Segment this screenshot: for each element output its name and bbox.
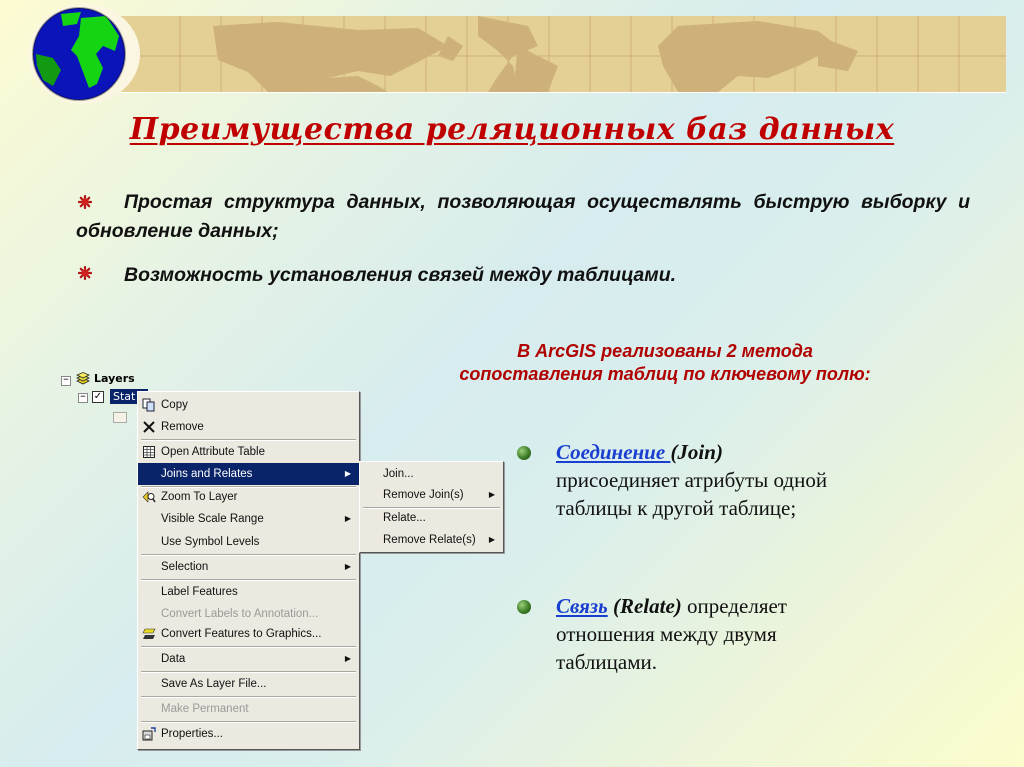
menu-item-zoom-to-layer[interactable]: Zoom To Layer (138, 486, 359, 508)
slide-title: Преимущества реляционных баз данных (129, 112, 895, 147)
copy-icon (142, 398, 155, 412)
menu-item-open-attribute-table[interactable]: Open Attribute Table (138, 441, 359, 463)
table-icon (143, 446, 155, 458)
collapse-layer-toggle[interactable]: − (78, 393, 88, 403)
join-description: присоединяет атрибуты одной таблицы к др… (556, 468, 828, 520)
green-ball-bullet-icon (517, 446, 531, 460)
joins-relates-submenu: Join... Remove Join(s) ▶ Relate... Remove… (359, 461, 504, 553)
menu-item-use-symbol-levels[interactable]: Use Symbol Levels (138, 531, 359, 553)
submenu-arrow-icon: ▶ (344, 469, 351, 478)
method-join: Соединение (Join) присоединяет атрибуты … (556, 438, 846, 522)
menu-item-convert-labels-to-annotation[interactable]: Convert Labels to Annotation... (138, 603, 359, 625)
bullet-point-1: Простая структура данных, позволяющая ос… (76, 188, 970, 246)
layers-stack-icon (76, 372, 90, 385)
join-link[interactable]: Соединение (556, 440, 670, 464)
submenu-item-join[interactable]: Join... (360, 463, 503, 485)
menu-item-properties[interactable]: Properties... (138, 723, 359, 745)
layer-visibility-checkbox[interactable]: ✓ (92, 391, 104, 403)
menu-item-label-features[interactable]: Label Features (138, 581, 359, 603)
menu-item-selection[interactable]: Selection ▶ (138, 556, 359, 578)
menu-item-remove[interactable]: Remove (138, 416, 359, 438)
subtitle-line-2: сопоставления таблиц по ключевому полю: (459, 364, 871, 384)
continents (213, 16, 858, 92)
relate-link[interactable]: Связь (556, 594, 608, 618)
submenu-item-relate[interactable]: Relate... (360, 507, 503, 529)
convert-graphics-icon (142, 628, 156, 639)
symbol-swatch (113, 412, 127, 423)
bullet-point-2: Возможность установления связей между та… (76, 263, 676, 287)
relate-english-term: (Relate) (612, 594, 682, 618)
submenu-item-remove-joins[interactable]: Remove Join(s) ▶ (360, 484, 503, 506)
world-map-banner (118, 16, 1006, 93)
menu-item-make-permanent[interactable]: Make Permanent (138, 698, 359, 720)
submenu-arrow-icon: ▶ (344, 654, 351, 663)
world-map-graphic (118, 16, 1006, 92)
submenu-arrow-icon: ▶ (488, 490, 495, 499)
layers-root-label[interactable]: Layers (94, 372, 135, 385)
remove-x-icon (143, 421, 155, 433)
menu-item-convert-features-to-graphics[interactable]: Convert Features to Graphics... (138, 623, 359, 645)
submenu-item-remove-relates[interactable]: Remove Relate(s) ▶ (360, 529, 503, 551)
menu-item-copy[interactable]: Copy (138, 394, 359, 416)
green-ball-bullet-icon (517, 600, 531, 614)
bullet-text: Простая структура данных, позволяющая ос… (76, 191, 970, 242)
method-relate: Связь (Relate) определяет отношения межд… (556, 592, 856, 676)
layer-context-menu: Copy Remove Open Attribute Table Joins a… (137, 391, 360, 750)
submenu-arrow-icon: ▶ (488, 535, 495, 544)
submenu-arrow-icon: ▶ (344, 562, 351, 571)
bullet-text: Возможность установления связей между та… (124, 264, 677, 286)
menu-item-save-as-layer-file[interactable]: Save As Layer File... (138, 673, 359, 695)
globe-icon (32, 7, 126, 101)
arcgis-subtitle: В ArcGIS реализованы 2 метода сопоставле… (390, 340, 940, 386)
collapse-layers-toggle[interactable]: − (61, 376, 71, 386)
menu-item-joins-and-relates[interactable]: Joins and Relates ▶ (138, 463, 359, 485)
subtitle-line-1: В ArcGIS реализованы 2 метода (517, 341, 813, 361)
submenu-arrow-icon: ▶ (344, 514, 351, 523)
menu-item-visible-scale-range[interactable]: Visible Scale Range ▶ (138, 508, 359, 530)
properties-icon (142, 727, 156, 741)
menu-item-data[interactable]: Data ▶ (138, 648, 359, 670)
zoom-layer-icon (142, 491, 156, 503)
join-english-term: (Join) (670, 440, 723, 464)
